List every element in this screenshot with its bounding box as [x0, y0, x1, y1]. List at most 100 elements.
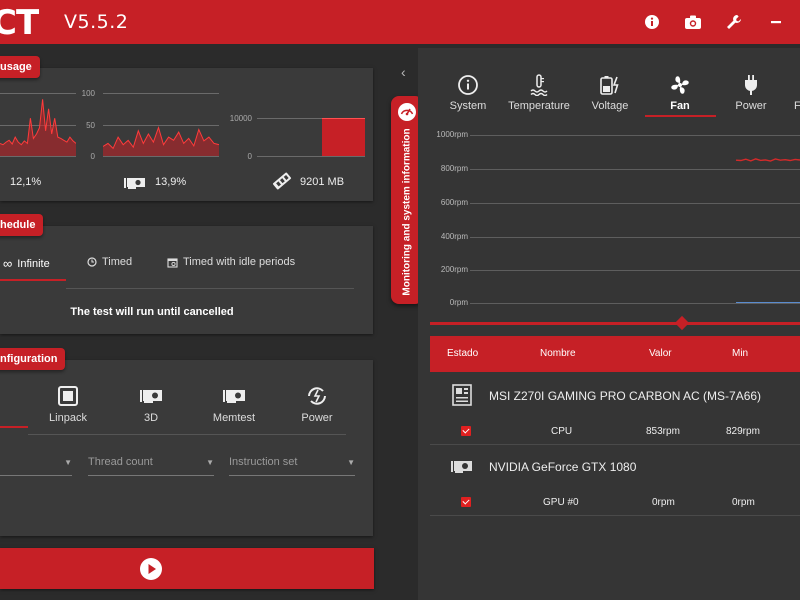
- tab-divider: [28, 434, 346, 435]
- battery-bolt-icon: [600, 76, 619, 95]
- axis-tick: 200rpm: [440, 265, 468, 274]
- tab-label: Power: [301, 412, 333, 424]
- column-header-status[interactable]: Estado: [447, 348, 478, 359]
- tab-infinite[interactable]: ∞ Infinite: [3, 256, 50, 271]
- tab-label: Infinite: [17, 257, 50, 270]
- tab-timed[interactable]: Timed: [87, 256, 132, 268]
- tab-3d[interactable]: 3D: [121, 384, 181, 424]
- info-button[interactable]: [640, 10, 664, 34]
- axis-tick: 0rpm: [449, 298, 468, 307]
- usage-tag: usage: [0, 56, 40, 78]
- app-version: V5.5.2: [64, 11, 129, 33]
- axis-tick: 10000: [229, 114, 252, 123]
- monitoring-side-label: Monitoring and system information: [401, 128, 413, 296]
- sensor-min: 0rpm: [732, 497, 755, 508]
- sensor-min: 829rpm: [726, 426, 760, 437]
- start-test-button[interactable]: [0, 548, 374, 589]
- tab-label: Timed: [102, 256, 133, 268]
- grid-line: [257, 156, 365, 157]
- infinity-icon: ∞: [3, 256, 13, 271]
- column-header-name[interactable]: Nombre: [540, 348, 576, 359]
- column-header-min[interactable]: Min: [732, 348, 748, 359]
- gpu-usage-value: 13,9%: [155, 176, 187, 188]
- tab-label: Fan: [670, 100, 690, 112]
- sensor-checkbox[interactable]: [461, 497, 471, 507]
- tab-label: Memtest: [212, 412, 256, 424]
- schedule-tag: hedule: [0, 214, 44, 236]
- tab-voltage[interactable]: Voltage: [575, 74, 645, 112]
- timeline-slider-track[interactable]: [430, 322, 800, 325]
- gpu-usage-chart: [103, 125, 219, 156]
- memory-usage-value: 9201 MB: [300, 176, 345, 188]
- tab-temperature[interactable]: Temperature: [504, 74, 574, 112]
- axis-tick: 400rpm: [440, 232, 468, 241]
- minimize-button[interactable]: [764, 10, 788, 34]
- axis-tick: 0: [90, 152, 95, 161]
- tab-label: 3D: [143, 412, 159, 424]
- collapse-panel-button[interactable]: ‹: [401, 63, 415, 81]
- schedule-message: The test will run until cancelled: [70, 306, 234, 318]
- screenshot-button[interactable]: [681, 10, 705, 34]
- dropdown-thread-count[interactable]: Thread count ▼: [88, 456, 214, 476]
- play-icon: [140, 558, 162, 580]
- axis-tick: 50: [86, 121, 95, 130]
- dropdown-placeholder: Instruction set: [229, 456, 298, 468]
- gpu-icon: [140, 390, 162, 403]
- cpu-usage-chart: [0, 99, 76, 156]
- tab-label: Linpack: [49, 412, 87, 424]
- axis-tick: 600rpm: [440, 198, 468, 207]
- memory-usage-bar: [322, 117, 365, 156]
- device-name: MSI Z270I GAMING PRO CARBON AC (MS-7A66): [489, 389, 762, 403]
- chevron-down-icon: ▼: [206, 458, 214, 467]
- thermometer-icon: [530, 74, 548, 96]
- power-cycle-icon: [308, 387, 326, 405]
- column-header-value[interactable]: Valor: [649, 348, 672, 359]
- tab-label: Voltage: [591, 100, 629, 112]
- fan-cpu-line: [735, 158, 800, 162]
- axis-tick: 800rpm: [440, 164, 468, 173]
- settings-button[interactable]: [722, 10, 746, 34]
- gpu-usage-area: [103, 127, 219, 156]
- tab-system[interactable]: System: [433, 74, 503, 112]
- info-icon: [645, 15, 659, 29]
- configuration-tag: nfiguration: [0, 348, 66, 370]
- sensor-value: 0rpm: [652, 497, 675, 508]
- tab-timed-idle[interactable]: Timed with idle periods: [167, 256, 295, 268]
- active-tab-underline: [0, 426, 28, 428]
- fan-icon: [671, 76, 689, 94]
- memory-card-icon: [223, 390, 245, 403]
- active-tab-underline: [0, 279, 66, 281]
- calendar-clock-icon: [167, 257, 178, 268]
- tab-divider: [66, 288, 354, 289]
- tab-power[interactable]: Power: [287, 384, 347, 424]
- tab-memtest[interactable]: Memtest: [204, 384, 264, 424]
- dropdown-placeholder: Thread count: [88, 456, 153, 468]
- dropdown-instruction-set[interactable]: Instruction set ▼: [229, 456, 355, 476]
- clock-icon: [87, 257, 97, 267]
- sensor-checkbox[interactable]: [461, 426, 471, 436]
- tab-label: Temperature: [508, 100, 570, 112]
- camera-icon: [685, 15, 701, 29]
- tab-fan[interactable]: Fan: [645, 74, 715, 112]
- tab-label: Power: [735, 100, 767, 112]
- dropdown-mode[interactable]: ▼: [0, 456, 72, 476]
- tab-label: Timed with idle periods: [183, 256, 296, 268]
- row-divider: [430, 515, 800, 516]
- grid-line: [470, 303, 800, 304]
- cpu-usage-value: 12,1%: [10, 176, 42, 188]
- tab-power[interactable]: Power: [716, 74, 786, 112]
- device-name: NVIDIA GeForce GTX 1080: [489, 460, 637, 474]
- tab-label: System: [449, 100, 487, 112]
- info-circle-icon: [458, 75, 478, 95]
- tab-linpack[interactable]: Linpack: [38, 384, 98, 424]
- cpu-usage-area: [0, 99, 76, 156]
- sensor-name: CPU: [551, 426, 573, 437]
- memory-icon: [272, 172, 292, 190]
- tab-frequency[interactable]: F: [794, 100, 800, 112]
- axis-tick: 0: [247, 152, 252, 161]
- fan-rpm-chart: [735, 158, 800, 303]
- minimize-icon: [771, 21, 781, 24]
- active-tab-underline: [645, 115, 716, 117]
- cpu-chip-icon: [58, 386, 78, 406]
- axis-tick: 1000rpm: [436, 130, 468, 139]
